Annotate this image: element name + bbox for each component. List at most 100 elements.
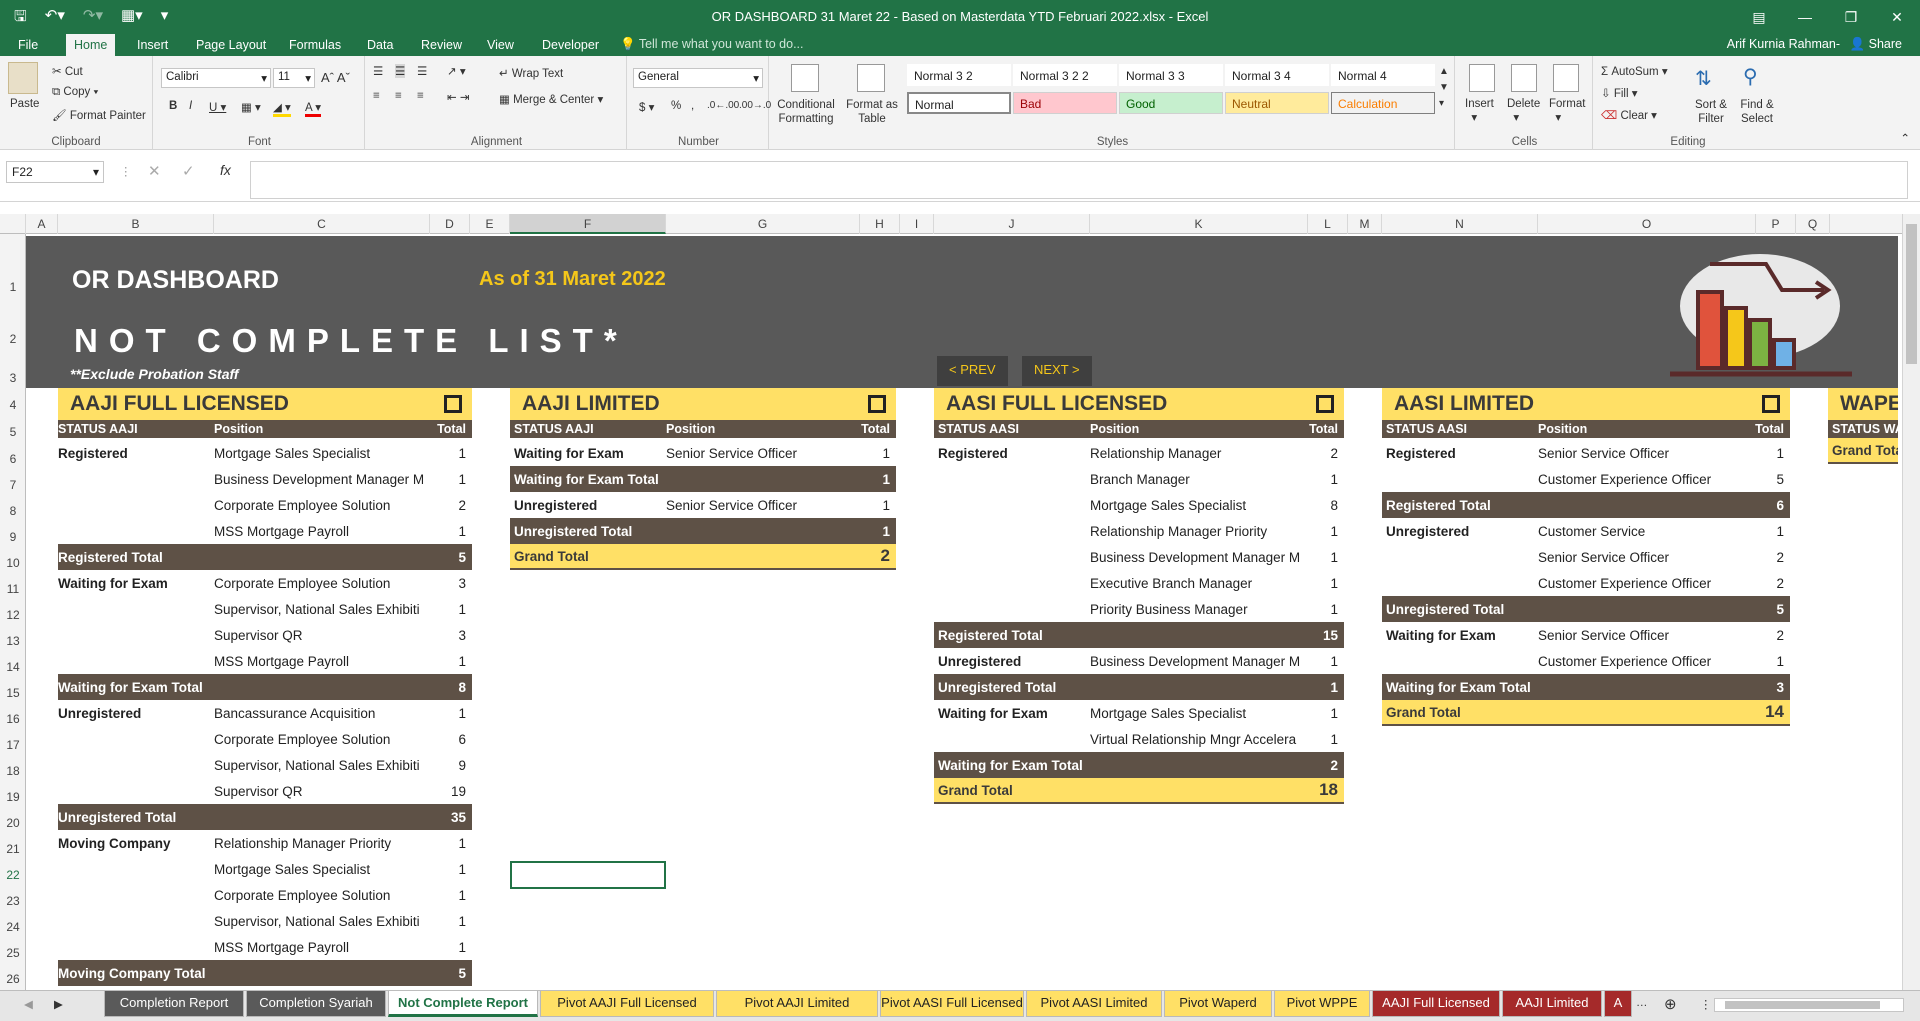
subtotal-row[interactable]: Unregistered Total 35	[58, 804, 472, 830]
table-row[interactable]: Waiting for Exam Senior Service Officer 1	[510, 440, 896, 466]
table-row[interactable]: MSS Mortgage Payroll 1	[58, 518, 472, 544]
fill-button[interactable]: ⇩ Fill ▾	[1601, 86, 1638, 100]
style-normal-3-2[interactable]: Normal 3 2	[907, 64, 1011, 86]
insert-function-icon[interactable]: fx	[220, 162, 231, 178]
insert-cells-icon[interactable]	[1469, 64, 1495, 92]
row-header[interactable]: 13	[0, 634, 26, 648]
row-header[interactable]: 16	[0, 712, 26, 726]
align-center-icon[interactable]: ≡	[395, 90, 402, 102]
font-size-select[interactable]: 11 ▾	[273, 68, 315, 88]
user-name[interactable]: Arif Kurnia Rahman-	[1727, 37, 1840, 51]
row-header[interactable]: 18	[0, 764, 26, 778]
row-header[interactable]: 21	[0, 842, 26, 856]
orientation-icon[interactable]: ↗ ▾	[447, 64, 466, 78]
table-row[interactable]: Registered Senior Service Officer 1	[1382, 440, 1790, 466]
col-header[interactable]: J	[934, 214, 1090, 234]
table-row[interactable]: Corporate Employee Solution 2	[58, 492, 472, 518]
panel-checkbox-icon[interactable]	[1762, 395, 1780, 413]
style-calculation[interactable]: Calculation	[1331, 92, 1435, 114]
table-row[interactable]: Waiting for Exam Mortgage Sales Specialis…	[934, 700, 1344, 726]
new-sheet-icon[interactable]: ⊕	[1664, 995, 1677, 1013]
border-icon[interactable]: ▦ ▾	[241, 100, 261, 114]
close-icon[interactable]: ✕	[1874, 0, 1920, 34]
table-row[interactable]: Supervisor, National Sales Exhibiti 1	[58, 596, 472, 622]
delete-cells-icon[interactable]	[1511, 64, 1537, 92]
select-all-corner[interactable]	[0, 214, 26, 234]
sheet-tab[interactable]: AAJI Limited	[1502, 991, 1602, 1017]
format-painter-button[interactable]: 🖌 Format Painter	[52, 108, 146, 122]
sheet-tab[interactable]: AAJI Full Licensed	[1372, 991, 1500, 1017]
sheet-tab[interactable]: Pivot AASI Full Licensed	[880, 991, 1024, 1017]
tab-developer[interactable]: Developer	[534, 34, 607, 56]
row-header[interactable]: 14	[0, 660, 26, 674]
align-bottom-icon[interactable]: ☰	[417, 64, 427, 78]
sheet-tab[interactable]: Pivot Waperd	[1164, 991, 1272, 1017]
col-header[interactable]: A	[26, 214, 58, 234]
col-header[interactable]: E	[470, 214, 510, 234]
row-header[interactable]: 6	[0, 452, 26, 466]
name-box[interactable]: F22 ▾	[6, 161, 104, 183]
sort-filter-icon[interactable]: ⇅	[1695, 66, 1712, 91]
tab-file[interactable]: File	[10, 34, 46, 56]
merge-center-button[interactable]: ▦ Merge & Center ▾	[499, 92, 603, 106]
row-header[interactable]: 23	[0, 894, 26, 908]
grand-total-row[interactable]: Grand Total 2	[510, 544, 896, 570]
prev-button[interactable]: < PREV	[937, 356, 1008, 386]
table-row[interactable]: Unregistered Customer Service 1	[1382, 518, 1790, 544]
row-header[interactable]: 1	[0, 280, 26, 294]
col-header[interactable]: G	[666, 214, 860, 234]
style-normal-3-4[interactable]: Normal 3 4	[1225, 64, 1329, 86]
row-header[interactable]: 12	[0, 608, 26, 622]
row-header[interactable]: 19	[0, 790, 26, 804]
horizontal-scrollbar[interactable]	[1714, 998, 1904, 1012]
col-header[interactable]: D	[430, 214, 470, 234]
underline-icon[interactable]: U ▾	[209, 100, 226, 114]
cut-button[interactable]: ✂ Cut	[52, 64, 83, 78]
row-header[interactable]: 20	[0, 816, 26, 830]
sheet-tab[interactable]: Pivot AAJI Limited	[716, 991, 878, 1017]
selected-cell[interactable]	[510, 861, 666, 889]
row-header[interactable]: 9	[0, 530, 26, 544]
grand-total-row[interactable]: Grand Total 18	[934, 778, 1344, 804]
table-row[interactable]: Customer Experience Officer 5	[1382, 466, 1790, 492]
tab-page-layout[interactable]: Page Layout	[188, 34, 274, 56]
grow-font-icon[interactable]: Aˆ Aˇ	[321, 70, 350, 85]
format-cells-icon[interactable]	[1553, 64, 1579, 92]
subtotal-row[interactable]: Registered Total 15	[934, 622, 1344, 648]
style-normal[interactable]: Normal	[907, 92, 1011, 114]
autosum-button[interactable]: Σ AutoSum ▾	[1601, 64, 1668, 78]
table-row[interactable]: Priority Business Manager 1	[934, 596, 1344, 622]
insert-cells-button[interactable]: Insert ▾	[1465, 98, 1494, 124]
tab-insert[interactable]: Insert	[129, 34, 176, 56]
delete-cells-button[interactable]: Delete ▾	[1507, 98, 1540, 124]
table-row[interactable]: Virtual Relationship Mngr Accelera 1	[934, 726, 1344, 752]
table-row[interactable]: Unregistered Bancassurance Acquisition 1	[58, 700, 472, 726]
grand-total-row[interactable]: Grand Tota	[1828, 438, 1898, 464]
row-header[interactable]: 7	[0, 478, 26, 492]
format-as-table-button[interactable]: Format as Table	[843, 98, 901, 126]
format-cells-button[interactable]: Format ▾	[1549, 98, 1585, 124]
paste-button[interactable]: Paste	[10, 98, 39, 110]
collapse-ribbon-icon[interactable]: ⌃	[1900, 131, 1910, 145]
col-header[interactable]: N	[1382, 214, 1538, 234]
find-select-button[interactable]: Find & Select	[1735, 98, 1779, 126]
table-row[interactable]: Waiting for Exam Corporate Employee Solut…	[58, 570, 472, 596]
italic-icon[interactable]: I	[189, 100, 192, 112]
sheet-tab[interactable]: Completion Report	[104, 991, 244, 1017]
table-row[interactable]: Supervisor QR 19	[58, 778, 472, 804]
col-header[interactable]: C	[214, 214, 430, 234]
table-row[interactable]: Executive Branch Manager 1	[934, 570, 1344, 596]
table-row[interactable]: Branch Manager 1	[934, 466, 1344, 492]
table-row[interactable]: Customer Experience Officer 1	[1382, 648, 1790, 674]
align-right-icon[interactable]: ≡	[417, 90, 424, 102]
sort-filter-button[interactable]: Sort & Filter	[1689, 98, 1733, 126]
table-row[interactable]: Registered Relationship Manager 2	[934, 440, 1344, 466]
table-row[interactable]: Customer Experience Officer 2	[1382, 570, 1790, 596]
scroll-thumb[interactable]	[1906, 224, 1917, 364]
subtotal-row[interactable]: Waiting for Exam Total 3	[1382, 674, 1790, 700]
row-header[interactable]: 2	[0, 332, 26, 346]
table-row[interactable]: Moving Company Relationship Manager Prior…	[58, 830, 472, 856]
subtotal-row[interactable]: Waiting for Exam Total 8	[58, 674, 472, 700]
row-header[interactable]: 5	[0, 425, 26, 439]
align-top-icon[interactable]: ☰	[373, 64, 383, 78]
